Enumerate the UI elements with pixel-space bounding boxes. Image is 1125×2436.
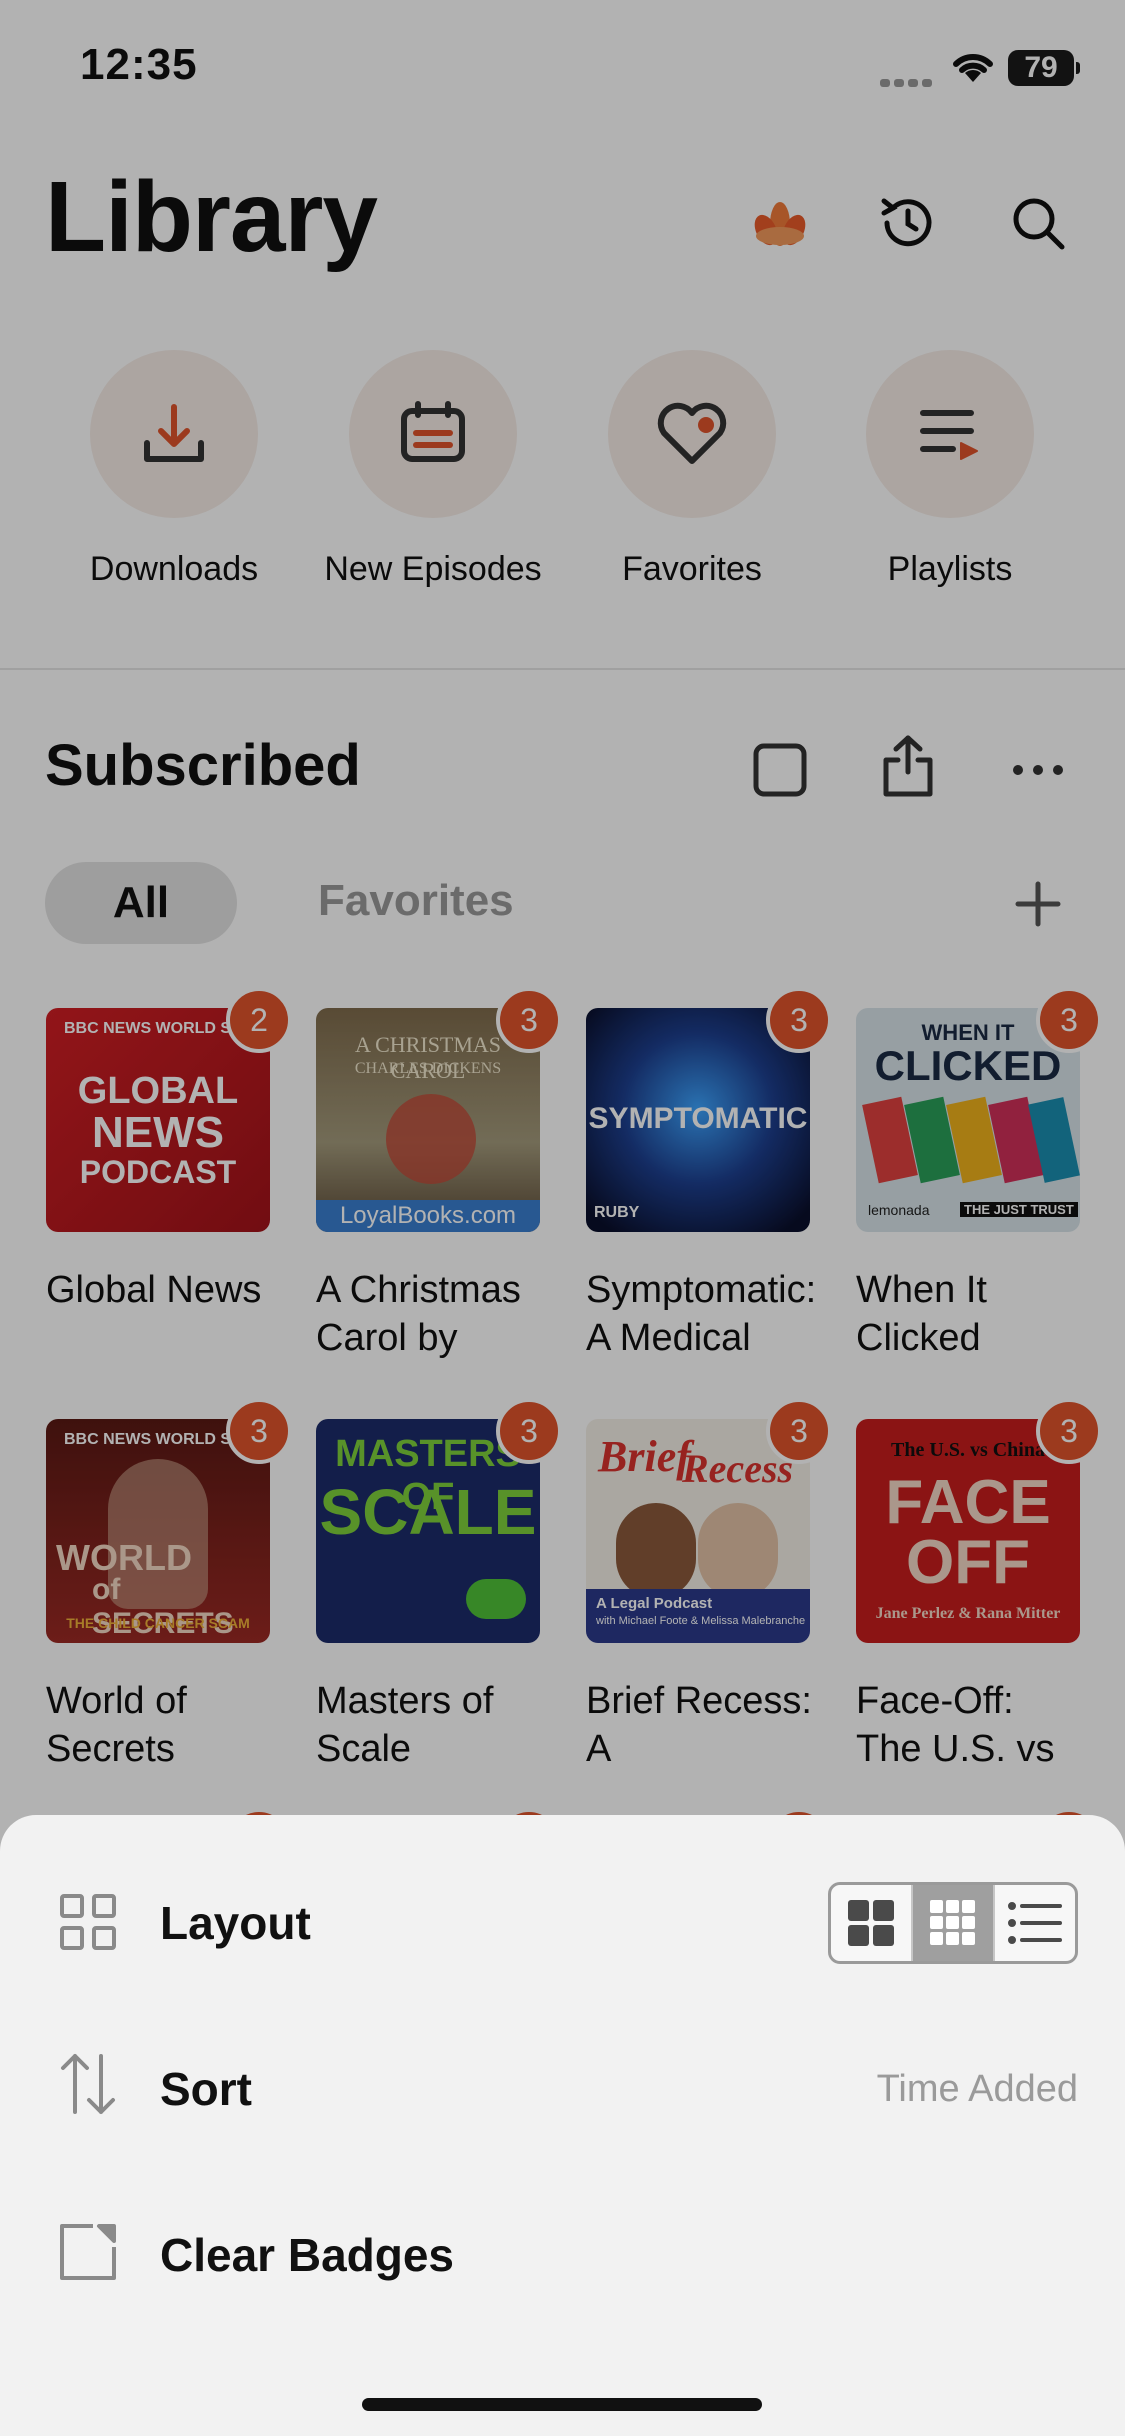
- small-grid-option[interactable]: [911, 1885, 993, 1961]
- large-grid-option[interactable]: [831, 1885, 911, 1961]
- clear-badges-label: Clear Badges: [160, 2229, 455, 2281]
- list-option[interactable]: [993, 1885, 1075, 1961]
- layout-label: Layout: [160, 1897, 311, 1949]
- sort-value: Time Added: [876, 2068, 1078, 2110]
- sort-label: Sort: [160, 2063, 252, 2115]
- grid-icon: [56, 1890, 120, 1954]
- sort-icon: [56, 2052, 120, 2116]
- layout-segmented-control[interactable]: [828, 1882, 1078, 1964]
- clear-badge-icon: [56, 2220, 120, 2284]
- clear-badges-row[interactable]: Clear Badges: [0, 2194, 1125, 2314]
- sort-row[interactable]: Sort Time Added: [0, 2028, 1125, 2148]
- home-indicator[interactable]: [362, 2398, 762, 2411]
